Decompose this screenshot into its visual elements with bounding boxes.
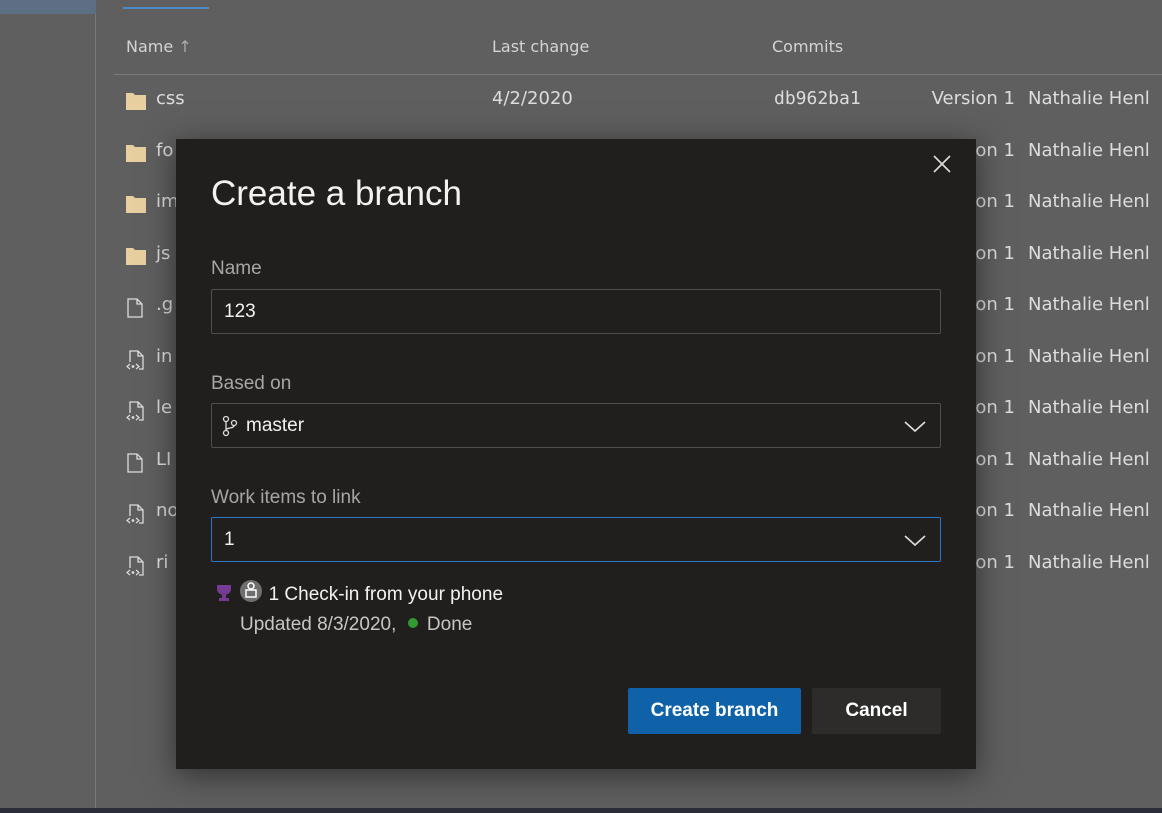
commit-author: Nathalie Henl (1028, 500, 1150, 521)
folder-icon (126, 144, 146, 162)
commit-author: Nathalie Henl (1028, 139, 1150, 161)
active-tab-indicator (123, 7, 209, 9)
last-change: 4/2/2020 (492, 88, 573, 109)
commit-message: on 1 (975, 500, 1015, 521)
file-name[interactable]: le (156, 397, 172, 418)
file-name[interactable]: .g (156, 294, 173, 315)
code-file-icon (126, 349, 146, 370)
close-icon[interactable] (932, 154, 952, 174)
code-file-icon (126, 401, 146, 421)
commit-author: Nathalie Henl (1028, 397, 1150, 418)
code-file-icon (126, 504, 146, 524)
file-icon (126, 452, 146, 473)
folder-icon (126, 92, 146, 110)
commit-author: Nathalie Henl (1028, 345, 1150, 367)
create-branch-dialog: Create a branch Name 123 Based on master… (176, 139, 976, 769)
file-name[interactable]: ri (156, 552, 168, 573)
file-name[interactable]: js (156, 243, 170, 264)
commit-author: Nathalie Henl (1028, 88, 1150, 109)
chevron-down-icon (904, 421, 926, 433)
name-label: Name (211, 258, 262, 279)
commit-message: on 1 (975, 139, 1015, 161)
commit-author: Nathalie Henl (1028, 448, 1150, 470)
work-item-state: Done (426, 614, 473, 635)
code-file-icon (126, 555, 146, 576)
commit-author: Nathalie Henl (1028, 242, 1150, 264)
status-bar (0, 808, 1162, 813)
chevron-down-icon (904, 535, 926, 547)
file-name[interactable]: in (156, 346, 172, 367)
column-header-name[interactable]: Name ↑ (126, 37, 192, 56)
based-on-dropdown[interactable]: master (211, 403, 941, 448)
create-branch-button[interactable]: Create branch (628, 688, 801, 734)
based-on-label: Based on (211, 373, 292, 394)
work-item-meta: Updated 8/3/2020, Done (240, 614, 473, 635)
branch-name-input[interactable]: 123 (211, 289, 941, 334)
file-icon (126, 298, 146, 318)
sort-ascending-icon: ↑ (178, 37, 192, 56)
status-dot-icon (407, 618, 418, 629)
file-name[interactable]: css (156, 88, 185, 109)
branch-icon (222, 415, 238, 436)
commit-id[interactable]: db962ba1 (774, 88, 861, 109)
folder-icon (126, 195, 146, 213)
commit-author: Nathalie Henl (1028, 294, 1150, 315)
trophy-icon (217, 585, 231, 601)
work-items-dropdown[interactable]: 1 (211, 517, 941, 562)
file-name[interactable]: fo (156, 140, 173, 161)
avatar-icon (240, 580, 263, 602)
work-item-title: 1 Check-in from your phone (268, 584, 504, 605)
folder-icon (126, 247, 146, 265)
commit-message: Version 1 (931, 88, 1015, 109)
commit-message: on 1 (975, 345, 1015, 367)
work-items-label: Work items to link (211, 487, 361, 508)
commit-author: Nathalie Henl (1028, 551, 1150, 573)
linked-work-item[interactable]: 1 Check-in from your phone Updated 8/3/2… (214, 579, 503, 636)
commit-message: on 1 (975, 191, 1015, 212)
commit-message: on 1 (975, 242, 1015, 264)
file-name[interactable]: LI (156, 449, 171, 470)
cancel-button[interactable]: Cancel (812, 688, 941, 734)
commit-message: on 1 (975, 397, 1015, 418)
column-header-commits[interactable]: Commits (772, 37, 843, 56)
column-header-last-change[interactable]: Last change (492, 37, 589, 56)
header-divider (114, 74, 1162, 75)
dialog-title: Create a branch (211, 174, 462, 213)
commit-author: Nathalie Henl (1028, 191, 1150, 212)
sidebar-selected-item[interactable] (0, 0, 96, 14)
commit-message: on 1 (975, 551, 1015, 573)
commit-message: on 1 (975, 294, 1015, 315)
table-row[interactable]: css 4/2/2020 db962ba1 Version 1 Nathalie He… (0, 88, 1162, 139)
commit-message: on 1 (975, 448, 1015, 470)
